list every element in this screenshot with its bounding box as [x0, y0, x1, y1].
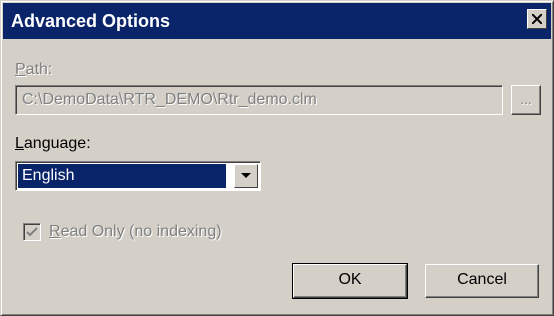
read-only-label-mnemonic: R [49, 223, 61, 240]
path-label-mnemonic: P [15, 61, 26, 78]
close-button[interactable] [527, 9, 547, 29]
advanced-options-dialog: Advanced Options Path: C:\DemoData\RTR_D… [0, 0, 554, 316]
path-label: Path: [15, 61, 52, 79]
read-only-checkbox [23, 223, 41, 241]
path-field: C:\DemoData\RTR_DEMO\Rtr_demo.clm [15, 85, 503, 115]
language-select[interactable]: English [15, 161, 261, 191]
cancel-button[interactable]: Cancel [425, 264, 539, 298]
language-label-rest: anguage: [23, 135, 91, 152]
path-value: C:\DemoData\RTR_DEMO\Rtr_demo.clm [22, 91, 317, 108]
language-label-mnemonic: L [15, 135, 24, 152]
checkmark-icon [26, 227, 38, 237]
chevron-down-icon [241, 173, 251, 178]
ok-button[interactable]: OK [292, 263, 408, 299]
language-selected-value: English [18, 164, 226, 188]
title-bar[interactable]: Advanced Options [3, 3, 551, 39]
path-label-rest: ath: [25, 61, 53, 78]
browse-button: ... [511, 85, 541, 115]
language-dropdown-button[interactable] [234, 164, 258, 188]
read-only-label: Read Only (no indexing) [49, 223, 222, 241]
close-icon [532, 14, 542, 24]
language-label: Language: [15, 135, 91, 153]
read-only-label-rest: ead Only (no indexing) [60, 223, 222, 240]
dialog-title: Advanced Options [11, 11, 171, 31]
